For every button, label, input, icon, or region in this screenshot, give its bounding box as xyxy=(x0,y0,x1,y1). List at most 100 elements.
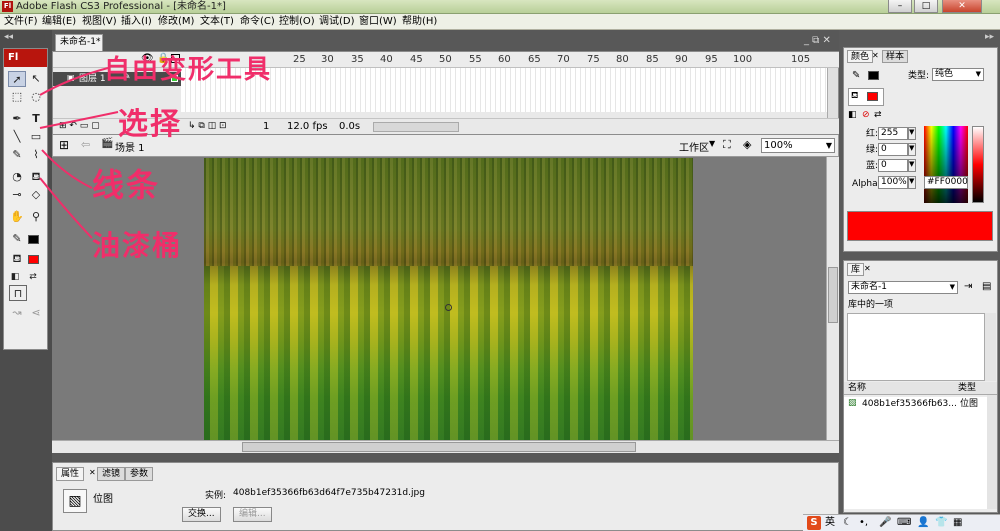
color-panel: 颜色 ✕ 样本 ✎ 类型: 纯色 ▼ ⛾ ◧ ⊘ ⇄ 红: 255 ▼ 绿: 0… xyxy=(843,47,998,252)
library-item-row[interactable]: ▧ 408b1ef35366fb63... 位图 xyxy=(844,397,987,411)
brightness-slider[interactable] xyxy=(972,126,984,203)
frame-number: 50 xyxy=(439,54,452,65)
fill-color-swatch[interactable] xyxy=(867,92,878,101)
bitmap-type-icon: ▧ xyxy=(63,489,87,513)
microphone-icon[interactable]: 🎤 xyxy=(879,516,891,530)
straighten-icon[interactable]: ⋖ xyxy=(27,305,45,321)
instance-label: 实例: xyxy=(205,491,227,501)
stroke-color-icon[interactable]: ✎ xyxy=(852,70,860,81)
elapsed-time: 0.0s xyxy=(339,121,361,132)
workspace-menu[interactable]: 工作区 xyxy=(679,139,709,154)
zoom-select[interactable]: 100% ▼ xyxy=(761,138,835,153)
paint-bucket-icon: ⛾ xyxy=(851,91,859,101)
stage-vscroll[interactable] xyxy=(826,157,839,440)
red-input[interactable]: 255 xyxy=(878,127,908,140)
user-icon[interactable]: 👤 xyxy=(917,516,929,530)
frame-number: 100 xyxy=(733,54,753,65)
maximize-button[interactable]: □ xyxy=(914,0,938,13)
black-white-icon[interactable]: ◧ xyxy=(848,110,857,120)
edit-button[interactable]: 编辑... xyxy=(233,507,272,522)
blue-label: 蓝: xyxy=(866,161,879,171)
library-item-type: 位图 xyxy=(960,399,979,409)
frame-number: 35 xyxy=(351,54,364,65)
frame-number: 80 xyxy=(616,54,629,65)
no-color-icon[interactable]: ⊘ xyxy=(862,110,870,120)
tab-library[interactable]: 库 xyxy=(847,263,865,276)
new-library-icon[interactable]: ▤ xyxy=(982,281,991,292)
green-input[interactable]: 0 xyxy=(878,143,908,156)
alpha-input[interactable]: 100% xyxy=(878,176,908,189)
library-item-name: 408b1ef35366fb63... xyxy=(862,399,957,409)
menu-debug[interactable]: 调试(D) xyxy=(319,15,355,29)
stroke-color-swatch[interactable] xyxy=(868,71,879,80)
stage-hscroll[interactable] xyxy=(52,440,839,453)
frame-number: 75 xyxy=(587,54,600,65)
hscroll-thumb[interactable] xyxy=(242,442,636,452)
tab-swatches[interactable]: 样本 xyxy=(882,50,909,63)
frame-number: 95 xyxy=(705,54,718,65)
frame-number: 60 xyxy=(498,54,511,65)
ime-logo-icon[interactable]: S xyxy=(807,516,821,530)
blue-input[interactable]: 0 xyxy=(878,159,908,172)
chevron-down-icon[interactable]: ▼ xyxy=(908,176,916,189)
col-type[interactable]: 类型 xyxy=(958,382,976,394)
type-label: 位图 xyxy=(93,494,113,505)
hex-input[interactable]: #FF0000 xyxy=(924,176,968,189)
type-select[interactable]: 纯色 ▼ xyxy=(932,68,984,81)
vscroll-thumb[interactable] xyxy=(828,267,838,323)
minimize-button[interactable]: – xyxy=(888,0,912,13)
chevron-down-icon[interactable]: ▼ xyxy=(908,143,916,156)
properties-panel: 属性 ✕ 滤镜 参数 ▧ 位图 实例: 408b1ef35366fb63d64f… xyxy=(52,462,839,531)
frame-number: 70 xyxy=(557,54,570,65)
tab-filters[interactable]: 滤镜 xyxy=(97,467,126,481)
close-tab-icon[interactable]: ✕ xyxy=(864,264,871,273)
library-document: 未命名-1 xyxy=(851,282,887,292)
frame-number: 85 xyxy=(646,54,659,65)
edit-scene-icon[interactable]: ⛶ xyxy=(723,138,731,152)
close-tab-icon[interactable]: ✕ xyxy=(872,51,879,60)
menu-window[interactable]: 窗口(W) xyxy=(359,15,397,29)
expand-right-icon[interactable]: ▸▸ xyxy=(985,32,994,42)
instance-value: 408b1ef35366fb63d64f7e735b47231d.jpg xyxy=(233,488,425,498)
library-preview xyxy=(847,313,985,381)
close-tab-icon[interactable]: ✕ xyxy=(89,468,96,477)
chevron-down-icon[interactable]: ▼ xyxy=(908,159,916,172)
chevron-down-icon: ▼ xyxy=(825,141,832,150)
frame-number: 30 xyxy=(321,54,334,65)
library-document-select[interactable]: 未命名-1 ▼ xyxy=(848,281,958,294)
system-tray: S 英 ☾ •, 🎤 ⌨ 👤 👕 ▦ xyxy=(803,514,1000,531)
timeline-vscroll[interactable] xyxy=(827,68,838,118)
tab-color[interactable]: 颜色 xyxy=(847,50,874,63)
preview-scrollbar[interactable] xyxy=(985,313,996,381)
punctuation-icon[interactable]: •, xyxy=(859,516,868,530)
moon-icon[interactable]: ☾ xyxy=(843,516,852,530)
tab-properties[interactable]: 属性 xyxy=(56,467,85,481)
restore-doc-icon[interactable]: _ ⧉ ✕ xyxy=(804,35,831,46)
swap-button[interactable]: 交换... xyxy=(182,507,221,522)
frame-number: 90 xyxy=(675,54,688,65)
properties-strip xyxy=(52,453,839,462)
fill-color-box[interactable]: ⛾ xyxy=(848,88,884,106)
tab-parameters[interactable]: 参数 xyxy=(125,467,154,481)
grid-icon[interactable]: ▦ xyxy=(953,516,962,530)
keyboard-icon[interactable]: ⌨ xyxy=(897,516,911,530)
col-name[interactable]: 名称 xyxy=(848,382,866,394)
current-color-preview xyxy=(847,211,993,241)
ime-language[interactable]: 英 xyxy=(825,516,835,530)
alpha-label: Alpha: xyxy=(852,179,881,189)
registration-point-icon[interactable] xyxy=(445,304,452,311)
chevron-down-icon[interactable]: ▼ xyxy=(908,127,916,140)
smooth-icon[interactable]: ↝ xyxy=(8,305,26,321)
menu-help[interactable]: 帮助(H) xyxy=(402,15,437,29)
shirt-icon[interactable]: 👕 xyxy=(935,516,947,530)
edit-symbol-icon[interactable]: ◈ xyxy=(743,138,751,151)
swap-colors-icon[interactable]: ⇄ xyxy=(874,110,882,120)
red-label: 红: xyxy=(866,129,879,139)
library-scrollbar[interactable] xyxy=(987,395,997,509)
bitmap-icon: ▧ xyxy=(848,398,857,408)
color-spectrum-shade xyxy=(924,126,968,203)
library-item-count: 库中的一项 xyxy=(848,300,894,310)
close-button[interactable]: ✕ xyxy=(942,0,982,13)
timeline-hscroll[interactable] xyxy=(373,122,459,132)
pin-icon[interactable]: ⇥ xyxy=(964,281,972,292)
